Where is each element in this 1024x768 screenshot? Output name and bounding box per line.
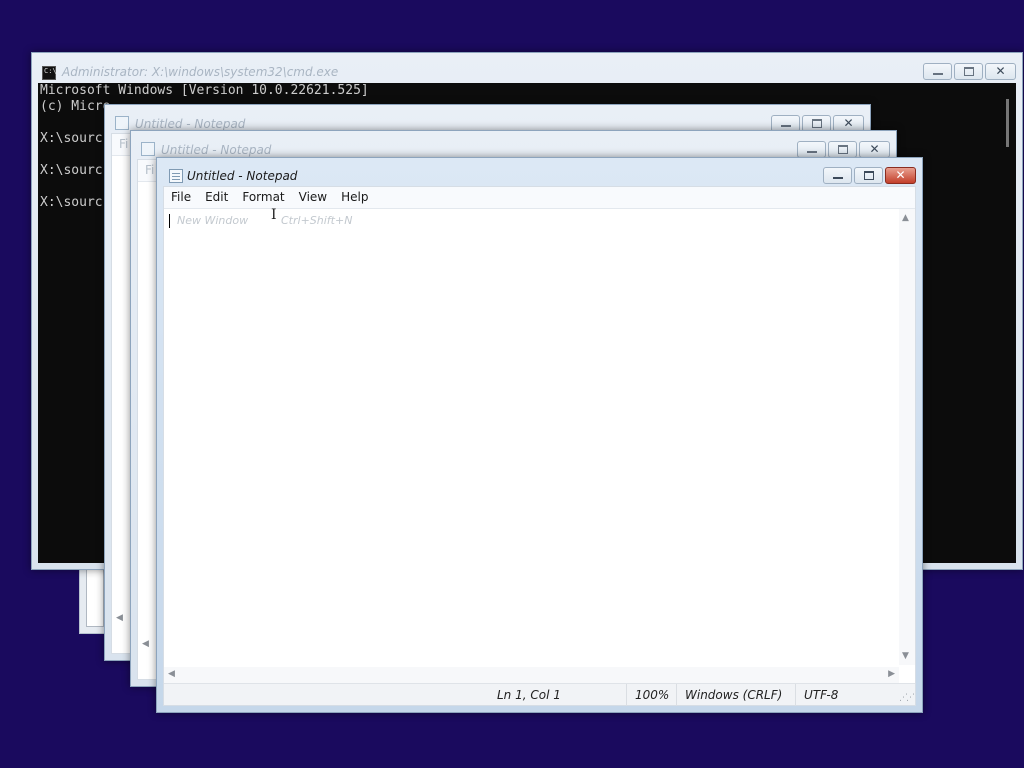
status-line-ending: Windows (CRLF) <box>676 684 782 706</box>
close-icon: ✕ <box>869 142 880 156</box>
cmd-scrollbar-thumb[interactable] <box>1006 99 1009 147</box>
background-window-fragment-client <box>86 569 104 627</box>
cmd-caption-buttons: ✕ <box>923 63 1016 80</box>
maximize-icon <box>864 171 874 180</box>
close-icon: ✕ <box>895 168 906 182</box>
scroll-right-icon[interactable]: ▶ <box>888 669 895 679</box>
scroll-up-icon[interactable]: ▲ <box>902 213 909 223</box>
notepad-icon <box>141 142 155 156</box>
resize-grip-icon[interactable]: ⋰⋰ <box>899 693 915 703</box>
horizontal-scrollbar[interactable]: ◀ ▶ <box>164 667 899 683</box>
menu-help[interactable]: Help <box>334 187 375 208</box>
notepad-middle-maximize-button[interactable] <box>828 141 857 158</box>
scroll-left-icon[interactable]: ◀ <box>116 613 123 623</box>
status-encoding: UTF-8 <box>795 684 838 706</box>
notepad-caption-buttons: ✕ <box>823 167 916 184</box>
scroll-left-icon[interactable]: ◀ <box>168 669 175 679</box>
maximize-icon <box>838 145 848 154</box>
maximize-icon <box>812 119 822 128</box>
ghost-menu-item-new-window: New Window <box>177 214 249 227</box>
minimize-button[interactable] <box>823 167 852 184</box>
text-caret <box>169 214 170 228</box>
notepad-back-titlebar[interactable]: Untitled - Notepad ✕ <box>105 105 870 132</box>
ghost-menu-shortcut: Ctrl+Shift+N <box>281 214 353 227</box>
cmd-titlebar[interactable]: C:\ Administrator: X:\windows\system32\c… <box>32 53 1022 80</box>
notepad-title: Untitled - Notepad <box>187 169 298 183</box>
menu-view[interactable]: View <box>292 187 334 208</box>
close-icon: ✕ <box>843 116 854 130</box>
cmd-scrollbar[interactable] <box>1000 83 1016 563</box>
notepad-icon <box>115 116 129 130</box>
menu-edit[interactable]: Edit <box>198 187 235 208</box>
notepad-back-title: Untitled - Notepad <box>135 117 246 131</box>
notepad-middle-close-button[interactable]: ✕ <box>859 141 890 158</box>
menubar: File Edit Format View Help <box>164 187 915 209</box>
cmd-line: Microsoft Windows [Version 10.0.22621.52… <box>40 83 369 98</box>
cmd-close-button[interactable]: ✕ <box>985 63 1016 80</box>
text-editor[interactable]: New Window Ctrl+Shift+N I <box>164 207 899 665</box>
menu-file[interactable]: File <box>164 187 198 208</box>
notepad-icon <box>169 169 183 183</box>
notepad-middle-title: Untitled - Notepad <box>161 143 272 157</box>
scroll-down-icon[interactable]: ▼ <box>902 651 909 661</box>
notepad-middle-caption-buttons: ✕ <box>797 141 890 158</box>
notepad-client: File Edit Format View Help New Window Ct… <box>163 186 916 706</box>
scroll-left-icon[interactable]: ◀ <box>142 639 149 649</box>
notepad-window[interactable]: Untitled - Notepad ✕ File Edit Format Vi… <box>156 157 923 713</box>
close-icon: ✕ <box>995 64 1006 78</box>
cmd-maximize-button[interactable] <box>954 63 983 80</box>
status-position: Ln 1, Col 1 <box>497 688 561 702</box>
console-icon: C:\ <box>42 66 57 80</box>
vertical-scrollbar[interactable]: ▲ ▼ <box>899 209 915 665</box>
maximize-button[interactable] <box>854 167 883 184</box>
cmd-title: Administrator: X:\windows\system32\cmd.e… <box>62 65 339 79</box>
notepad-middle-minimize-button[interactable] <box>797 141 826 158</box>
close-button[interactable]: ✕ <box>885 167 916 184</box>
maximize-icon <box>964 67 974 76</box>
menu-format[interactable]: Format <box>235 187 291 208</box>
cmd-minimize-button[interactable] <box>923 63 952 80</box>
status-bar: Ln 1, Col 1 100% Windows (CRLF) UTF-8 ⋰⋰ <box>164 683 915 706</box>
minimize-icon <box>833 177 843 179</box>
ibeam-cursor-icon: I <box>271 207 277 223</box>
status-zoom: 100% <box>626 684 669 706</box>
minimize-icon <box>807 151 817 153</box>
notepad-middle-titlebar[interactable]: Untitled - Notepad ✕ <box>131 131 896 158</box>
notepad-titlebar[interactable]: Untitled - Notepad ✕ <box>157 158 922 184</box>
minimize-icon <box>781 125 791 127</box>
minimize-icon <box>933 73 943 75</box>
